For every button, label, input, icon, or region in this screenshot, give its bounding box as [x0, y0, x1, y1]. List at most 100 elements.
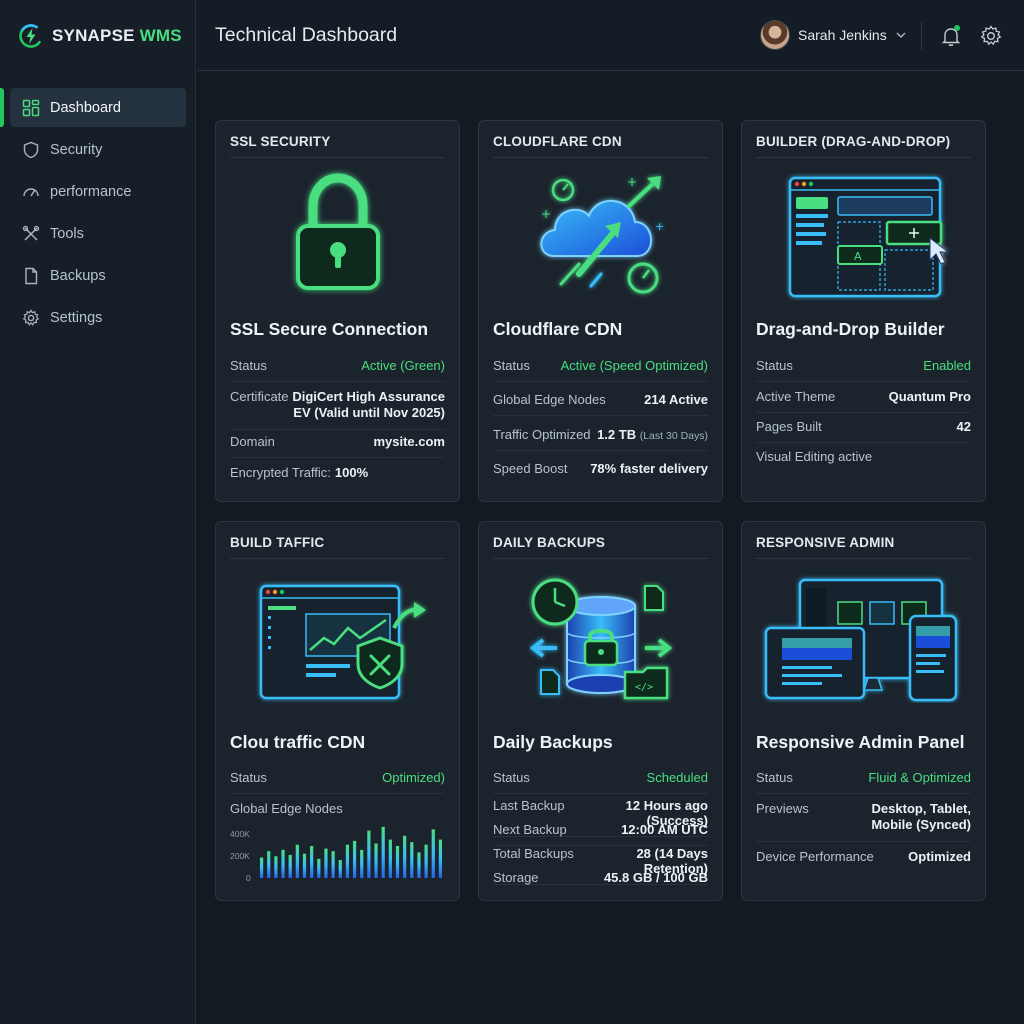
card-title: Daily Backups — [493, 732, 613, 752]
row-label: Global Edge Nodes — [493, 392, 606, 407]
row-label: Status — [756, 358, 793, 373]
sidebar-item-tools[interactable]: Tools — [10, 214, 186, 253]
chart-bar — [403, 835, 407, 878]
ssl-security-card[interactable]: SSL SECURITY SSL Secure Connection Statu… — [215, 120, 460, 502]
chart-bar — [410, 842, 414, 878]
chart-bar — [424, 844, 428, 878]
chart-bar — [317, 858, 321, 878]
ssl-certificate-row: Certificate DigiCert High Assurance EV (… — [230, 389, 445, 430]
chart-bar — [388, 839, 392, 878]
daily-backups-card[interactable]: DAILY BACKUPS </> Daily Backups Status S… — [478, 521, 723, 901]
page-builder-icon: A — [788, 176, 950, 298]
cloudflare-cdn-card[interactable]: CLOUDFLARE CDN + + + Cloudflare CDN Stat… — [478, 120, 723, 502]
chart-bar — [438, 839, 443, 878]
chart-bar — [417, 852, 421, 878]
device-performance-value: Optimized — [908, 849, 971, 864]
cdn-edge-nodes-row: Global Edge Nodes 214 Active — [493, 392, 708, 416]
domain-value: mysite.com — [373, 434, 445, 449]
previews-value-line2: Mobile (Synced) — [871, 817, 971, 832]
builder-card[interactable]: BUILDER (DRAG-AND-DROP) A Drag-and-Drop … — [741, 120, 986, 502]
y-tick-label: 0 — [246, 873, 251, 883]
chart-bar — [345, 844, 350, 878]
brand-name: SYNAPSE WMS — [52, 26, 182, 46]
responsive-admin-card[interactable]: RESPONSIVE ADMIN Responsive Admin Panel … — [741, 521, 986, 901]
card-title: Drag-and-Drop Builder — [756, 319, 945, 339]
certificate-value-line2: EV (Valid until Nov 2025) — [293, 405, 445, 420]
row-label: Traffic Optimized — [493, 427, 591, 442]
builder-theme-row: Active Theme Quantum Pro — [756, 389, 971, 413]
row-label: Next Backup — [493, 822, 567, 837]
row-label: Speed Boost — [493, 461, 568, 476]
status-value: Optimized) — [382, 770, 445, 785]
row-label: Status — [230, 358, 267, 373]
card-header: BUILD TAFFIC — [230, 535, 445, 559]
build-traffic-card[interactable]: BUILD TAFFIC Clou traffic CDN Status Opt… — [215, 521, 460, 901]
gauge-icon — [23, 187, 39, 196]
tools-icon — [22, 225, 40, 241]
status-value: Active (Speed Optimized) — [560, 358, 708, 373]
row-label: Encrypted Traffic: — [230, 465, 331, 480]
sidebar-item-backups[interactable]: Backups — [10, 256, 186, 295]
previews-value: Desktop, Tablet, Mobile (Synced) — [871, 801, 971, 833]
brand-logo[interactable]: SYNAPSE WMS — [18, 20, 182, 52]
padlock-icon — [296, 173, 380, 290]
card-title: Cloudflare CDN — [493, 319, 623, 339]
chart-bar — [295, 844, 299, 878]
y-tick-label: 200K — [230, 851, 250, 861]
edge-nodes-value: 214 Active — [644, 392, 708, 407]
chart-bar — [395, 846, 400, 878]
page-title: Technical Dashboard — [215, 24, 398, 46]
avatar — [760, 20, 790, 50]
settings-gear-icon[interactable] — [979, 24, 1003, 48]
chart-bar — [431, 829, 435, 878]
row-label: Device Performance — [756, 849, 874, 864]
row-label: Certificate — [230, 389, 289, 404]
synapse-logo-icon — [19, 24, 43, 48]
bell-icon[interactable] — [939, 24, 963, 48]
grid-icon — [22, 99, 40, 116]
brand-name-part2: WMS — [139, 26, 182, 45]
gear-icon — [22, 308, 40, 326]
chart-bar — [367, 830, 371, 878]
svg-text:A: A — [854, 250, 862, 263]
database-backup-icon: </> — [529, 578, 673, 700]
storage-value: 45.8 GB / 100 GB — [603, 870, 708, 885]
certificate-value-line1: DigiCert High Assurance — [292, 389, 445, 404]
row-label: Active Theme — [756, 389, 836, 404]
speed-boost-value: 78% faster delivery — [590, 461, 708, 476]
row-label: Status — [756, 770, 793, 785]
row-label: Last Backup — [493, 798, 565, 813]
card-header: RESPONSIVE ADMIN — [756, 535, 971, 559]
sidebar-item-performance[interactable]: performance — [10, 172, 186, 211]
admin-previews-row: Previews Desktop, Tablet, Mobile (Synced… — [756, 801, 971, 842]
chart-bar — [360, 849, 364, 878]
row-label: Storage — [493, 870, 539, 885]
multi-device-icon — [764, 578, 958, 702]
cdn-speed-boost-row: Speed Boost 78% faster delivery — [493, 461, 708, 484]
header-divider — [921, 22, 922, 50]
sidebar-item-dashboard[interactable]: Dashboard — [0, 88, 186, 127]
card-header: CLOUDFLARE CDN — [493, 134, 708, 158]
chart-bar — [338, 860, 342, 878]
sidebar-item-settings[interactable]: Settings — [10, 298, 186, 337]
card-header: BUILDER (DRAG-AND-DROP) — [756, 134, 971, 158]
traffic-amount: 1.2 TB — [597, 427, 637, 442]
chart-bar — [274, 856, 278, 878]
ssl-traffic-row: Encrypted Traffic: 100% — [230, 465, 445, 488]
chart-bar — [281, 849, 285, 878]
card-header: DAILY BACKUPS — [493, 535, 708, 559]
edge-nodes-bar-chart — [259, 826, 443, 878]
cdn-status-row: Status Active (Speed Optimized) — [493, 358, 708, 382]
sidebar-item-security[interactable]: Security — [10, 130, 186, 169]
svg-text:+: + — [541, 207, 551, 221]
chart-bar — [267, 851, 271, 878]
row-label: Pages Built — [756, 419, 822, 434]
user-menu[interactable]: Sarah Jenkins — [760, 20, 907, 50]
chart-bar — [352, 840, 357, 878]
status-value: Active (Green) — [361, 358, 445, 373]
sidebar-item-label: Security — [50, 141, 103, 158]
status-value: Scheduled — [646, 770, 708, 785]
cdn-traffic-row: Traffic Optimized 1.2 TB (Last 30 Days) — [493, 427, 708, 451]
chart-bar — [310, 846, 314, 878]
ssl-status-row: Status Active (Green) — [230, 358, 445, 382]
